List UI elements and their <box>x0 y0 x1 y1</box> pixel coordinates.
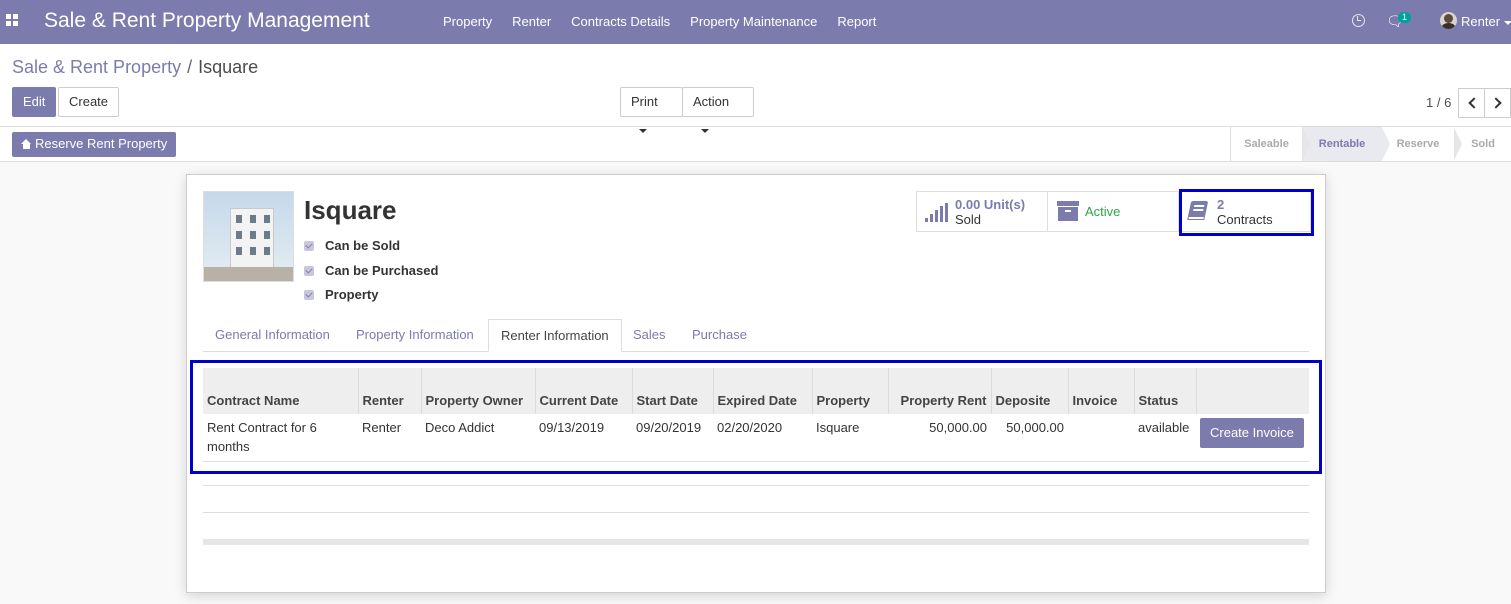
chat-count-badge: 1 <box>1398 12 1412 23</box>
pager-value[interactable]: 1 / 6 <box>1426 95 1451 110</box>
stage-label: Saleable <box>1244 138 1289 150</box>
user-name: Renter <box>1461 14 1501 29</box>
tab-property-information[interactable]: Property Information <box>344 319 486 352</box>
sold-value: 0.00 Unit(s) <box>955 197 1026 212</box>
tab-purchase[interactable]: Purchase <box>680 319 759 352</box>
sold-smart-button[interactable]: 0.00 Unit(s) Sold <box>917 192 1048 231</box>
empty-row-divider <box>203 485 1309 486</box>
checkbox-label: Can be Sold <box>325 238 401 253</box>
archive-icon <box>1057 201 1079 221</box>
reserve-rent-property-button[interactable]: Reserve Rent Property <box>12 132 177 157</box>
top-navbar: Sale & Rent Property Management Property… <box>0 0 1511 44</box>
chevron-down-icon <box>639 128 647 133</box>
signal-bars-icon <box>925 203 949 222</box>
contracts-table-highlight-frame <box>190 360 1322 474</box>
stage-arrow <box>1454 127 1462 161</box>
pager-previous-button[interactable] <box>1458 88 1485 118</box>
menu-item-property-maintenance[interactable]: Property Maintenance <box>680 0 827 44</box>
tab-renter-information[interactable]: Renter Information <box>488 319 622 352</box>
chevron-right-icon <box>1490 97 1502 109</box>
stage-label: Rentable <box>1318 138 1366 150</box>
stage-sold[interactable]: Sold <box>1454 127 1511 161</box>
print-dropdown[interactable]: Print <box>620 87 683 133</box>
breadcrumb-parent-link[interactable]: Sale & Rent Property <box>12 57 181 77</box>
breadcrumb-separator: / <box>187 57 193 77</box>
activity-clock-icon[interactable] <box>1352 14 1365 27</box>
user-menu[interactable]: Renter <box>1461 14 1511 29</box>
create-button[interactable]: Create <box>58 87 120 117</box>
status-stages: Saleable Rentable Reserve Sold <box>1230 127 1511 161</box>
breadcrumb: Sale & Rent Property / Isquare <box>12 57 258 78</box>
app-title: Sale & Rent Property Management <box>44 9 370 32</box>
property-image[interactable] <box>203 191 294 282</box>
stage-label: Reserve <box>1396 138 1440 150</box>
checkbox-checked-icon <box>304 266 314 276</box>
form-sheet: Isquare Can be Sold Can be Purchased Pro… <box>186 174 1326 593</box>
property-checkbox[interactable]: Property <box>304 287 378 302</box>
print-label: Print <box>631 94 658 109</box>
contracts-highlight-frame <box>1179 189 1314 236</box>
user-avatar[interactable] <box>1440 12 1457 29</box>
pager-next-button[interactable] <box>1484 88 1511 118</box>
ground-picture <box>204 267 293 281</box>
tab-general-information[interactable]: General Information <box>203 319 342 352</box>
control-panel: Sale & Rent Property / Isquare Edit Create… <box>0 44 1511 162</box>
sold-label: Sold <box>955 212 982 227</box>
chevron-down-icon <box>1504 20 1511 25</box>
menu-item-property[interactable]: Property <box>433 0 502 44</box>
tab-sales[interactable]: Sales <box>621 319 678 352</box>
checkbox-label: Can be Purchased <box>325 263 439 278</box>
edit-button[interactable]: Edit <box>12 87 57 117</box>
stage-rentable[interactable]: Rentable <box>1302 127 1390 161</box>
stage-reserve[interactable]: Reserve <box>1382 127 1462 161</box>
menu-item-contracts-details[interactable]: Contracts Details <box>561 0 680 44</box>
table-footer-bar <box>203 539 1309 545</box>
home-icon <box>21 139 32 149</box>
building-picture <box>230 208 274 270</box>
checkbox-checked-icon <box>304 290 314 300</box>
stage-saleable[interactable]: Saleable <box>1231 127 1310 161</box>
record-title: Isquare <box>304 195 397 225</box>
can-be-sold-checkbox[interactable]: Can be Sold <box>304 238 400 253</box>
empty-row-divider <box>203 512 1309 513</box>
action-dropdown[interactable]: Action <box>682 87 754 133</box>
chevron-left-icon <box>1468 97 1480 109</box>
stage-arrow <box>1382 127 1390 161</box>
stage-label: Sold <box>1471 138 1495 150</box>
apps-menu-icon[interactable] <box>6 14 20 28</box>
stage-arrow <box>1302 127 1310 161</box>
menu-item-renter[interactable]: Renter <box>502 0 561 44</box>
active-label: Active <box>1085 204 1121 219</box>
notebook-tabs: General Information Property Information… <box>203 319 1309 352</box>
can-be-purchased-checkbox[interactable]: Can be Purchased <box>304 263 438 278</box>
breadcrumb-current: Isquare <box>198 57 259 77</box>
main-menu: Property Renter Contracts Details Proper… <box>433 0 886 44</box>
active-toggle-button[interactable]: Active <box>1048 192 1179 231</box>
chevron-down-icon <box>701 128 709 133</box>
reserve-button-label: Reserve Rent Property <box>35 136 168 151</box>
action-label: Action <box>693 94 730 109</box>
checkbox-label: Property <box>325 287 379 302</box>
checkbox-checked-icon <box>304 241 314 251</box>
menu-item-report[interactable]: Report <box>827 0 886 44</box>
